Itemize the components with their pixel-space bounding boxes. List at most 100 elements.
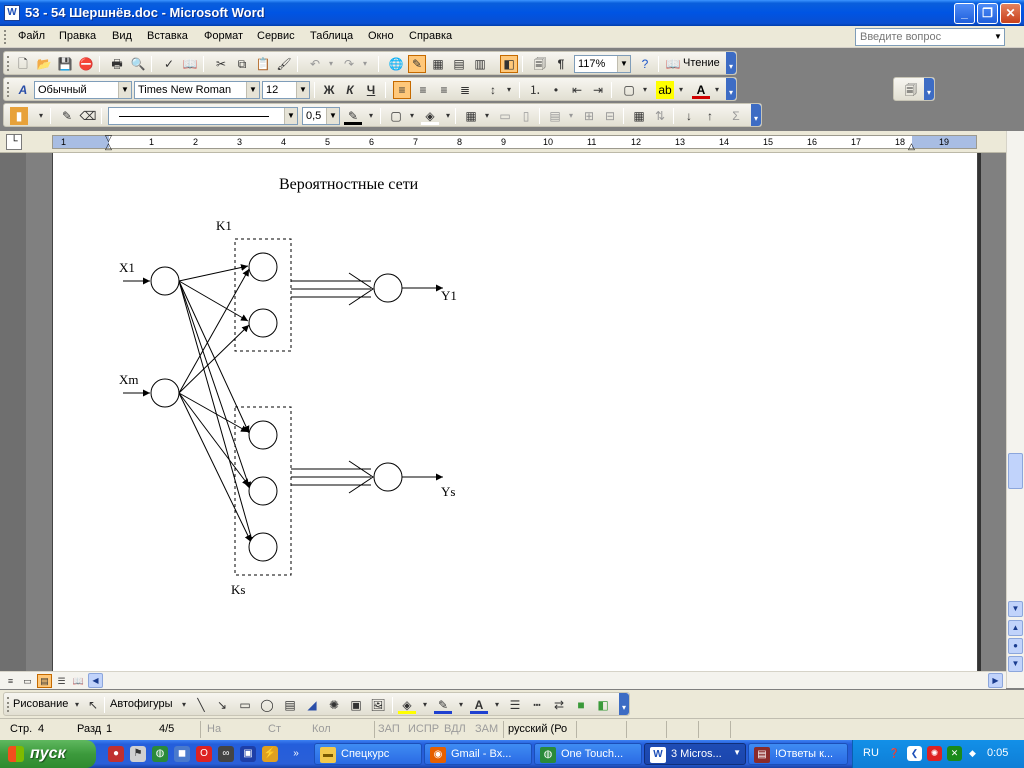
horizontal-ruler[interactable]: └ 1 ▽ △ △ 1 2 3 4 5 6 7 8 9 10 11 12 13 … <box>0 131 1024 153</box>
tray-app-icon[interactable]: ◆ <box>965 746 980 761</box>
styles-pane-icon[interactable]: A <box>14 81 32 99</box>
arrow-style-icon[interactable]: ⇄ <box>550 696 568 714</box>
status-track-changes[interactable]: ИСПР <box>408 723 439 735</box>
increase-indent-icon[interactable]: ⇥ <box>589 81 607 99</box>
split-cells-icon[interactable]: ▯ <box>517 107 535 125</box>
scroll-down-arrow-icon[interactable]: ▼ <box>1008 601 1023 617</box>
hyperlink-icon[interactable]: 🌐 <box>387 55 405 73</box>
underline-button[interactable]: Ч <box>362 81 380 99</box>
reading-view-icon[interactable]: 📖 <box>71 674 86 688</box>
tray-expand-icon[interactable]: ❮ <box>907 746 922 761</box>
quicklaunch-expand-icon[interactable]: » <box>288 746 304 762</box>
chevron-down-icon[interactable]: ▼ <box>617 56 630 72</box>
help-question-input[interactable]: Введите вопрос ▼ <box>855 28 1005 46</box>
chevron-down-icon[interactable]: ▾ <box>562 107 580 125</box>
restore-button[interactable]: ❐ <box>977 3 998 24</box>
tab-selector[interactable]: └ <box>6 134 22 150</box>
insert-table-icon[interactable]: ▦ <box>429 55 447 73</box>
task-button[interactable]: ▤ !Ответы к... <box>748 743 848 765</box>
start-button[interactable]: пуск <box>0 740 96 768</box>
oval-icon[interactable]: ◯ <box>258 696 276 714</box>
align-right-icon[interactable]: ≡ <box>435 81 453 99</box>
print-icon[interactable]: 🖶 <box>108 55 126 73</box>
chevron-down-icon[interactable]: ▾ <box>356 55 374 73</box>
document-map-icon-2[interactable]: 🗐 <box>531 55 549 73</box>
shading-color-icon[interactable]: ◈ <box>421 107 439 125</box>
scroll-left-arrow-icon[interactable]: ◀ <box>88 673 103 688</box>
tray-app-icon[interactable]: ❓ <box>887 746 902 761</box>
quicklaunch-app-icon[interactable]: ⚡ <box>262 746 278 762</box>
status-overtype[interactable]: ЗАМ <box>475 723 498 735</box>
quicklaunch-app-icon[interactable]: ◼ <box>174 746 190 762</box>
menu-insert[interactable]: Вставка <box>147 30 188 42</box>
normal-view-icon[interactable]: ≡ <box>3 674 18 688</box>
research-icon[interactable]: 📖 <box>181 55 199 73</box>
help-icon[interactable]: ? <box>636 55 654 73</box>
bold-button[interactable]: Ж <box>320 81 338 99</box>
italic-button[interactable]: К <box>341 81 359 99</box>
task-button-active[interactable]: W 3 Micros... ▼ <box>644 743 746 765</box>
outline-view-icon[interactable]: ☰ <box>54 674 69 688</box>
quicklaunch-binoculars-icon[interactable]: ∞ <box>218 746 234 762</box>
tray-app-icon[interactable]: ✕ <box>947 746 962 761</box>
border-color-icon[interactable]: ✎ <box>344 107 362 125</box>
dash-style-icon[interactable]: ┅ <box>528 696 546 714</box>
status-language[interactable]: русский (Ро <box>508 723 567 735</box>
task-button[interactable]: ◉ Gmail - Вх... <box>424 743 532 765</box>
chevron-down-icon[interactable]: ▾ <box>32 107 50 125</box>
toolbar-grip[interactable] <box>4 30 7 44</box>
minimize-button[interactable]: _ <box>954 3 975 24</box>
menu-view[interactable]: Вид <box>112 30 132 42</box>
chevron-down-icon[interactable]: ▾ <box>708 81 726 99</box>
menu-table[interactable]: Таблица <box>310 30 353 42</box>
show-formatting-icon[interactable]: ¶ <box>552 55 570 73</box>
chevron-down-icon[interactable]: ▾ <box>416 696 434 714</box>
open-folder-icon[interactable]: 📂 <box>35 55 53 73</box>
chevron-down-icon[interactable]: ▼ <box>326 108 339 124</box>
task-button[interactable]: ▬ Спецкурс <box>314 743 422 765</box>
chevron-down-icon[interactable]: ▾ <box>478 107 496 125</box>
merge-cells-icon[interactable]: ▭ <box>496 107 514 125</box>
clipart-icon[interactable]: ▣ <box>347 696 365 714</box>
wordart-icon[interactable]: ◢ <box>303 696 321 714</box>
vertical-scrollbar[interactable]: ▼ ▲ ● ▼ <box>1006 131 1024 688</box>
chevron-down-icon[interactable]: ▼ <box>296 82 309 98</box>
decrease-indent-icon[interactable]: ⇤ <box>568 81 586 99</box>
sort-descending-icon[interactable]: ↑ <box>701 107 719 125</box>
paste-icon[interactable]: 📋 <box>254 55 272 73</box>
distribute-columns-icon[interactable]: ⊟ <box>601 107 619 125</box>
toolbar-options-icon[interactable]: ▾ <box>751 104 761 126</box>
chevron-down-icon[interactable]: ▼ <box>246 82 259 98</box>
line-color-icon[interactable]: ✎ <box>434 696 452 714</box>
insert-excel-icon[interactable]: ▤ <box>450 55 468 73</box>
next-page-icon[interactable]: ▼ <box>1008 656 1023 672</box>
print-layout-icon[interactable]: ▤ <box>37 674 52 688</box>
quicklaunch-globe-icon[interactable]: ◍ <box>152 746 168 762</box>
autosum-icon[interactable]: Σ <box>727 107 745 125</box>
shadow-style-icon[interactable]: ■ <box>572 696 590 714</box>
sidebar-toggle-icon[interactable]: ▮ <box>10 107 28 125</box>
browse-object-icon[interactable]: ● <box>1008 638 1023 654</box>
menu-format[interactable]: Формат <box>204 30 243 42</box>
quicklaunch-app-icon[interactable]: ● <box>108 746 124 762</box>
toolbar-grip[interactable] <box>7 697 10 712</box>
reading-label[interactable]: Чтение <box>683 57 720 69</box>
horizontal-scrollbar[interactable]: ≡ ▭ ▤ ☰ 📖 ◀ ▶ <box>0 671 1006 689</box>
quicklaunch-app-icon[interactable]: ⚑ <box>130 746 146 762</box>
save-icon[interactable]: 💾 <box>56 55 74 73</box>
chevron-down-icon[interactable]: ▾ <box>403 107 421 125</box>
picture-icon[interactable]: 🖼 <box>369 696 387 714</box>
chevron-down-icon[interactable]: ▾ <box>175 696 193 714</box>
compare-icon[interactable]: 🗐 <box>902 81 920 99</box>
status-extend[interactable]: ВДЛ <box>444 723 466 735</box>
align-center-icon[interactable]: ≡ <box>414 81 432 99</box>
chevron-down-icon[interactable]: ▾ <box>500 81 518 99</box>
toolbar-grip[interactable] <box>7 82 10 97</box>
align-left-icon[interactable]: ≡ <box>393 81 411 99</box>
print-preview-icon[interactable]: 🔍 <box>129 55 147 73</box>
word-doc-icon[interactable]: W <box>4 5 20 21</box>
chevron-down-icon[interactable]: ▾ <box>322 55 340 73</box>
left-indent-marker[interactable]: △ <box>105 141 112 152</box>
format-painter-icon[interactable]: 🖌 <box>275 55 293 73</box>
chevron-down-icon[interactable]: ▼ <box>118 82 131 98</box>
